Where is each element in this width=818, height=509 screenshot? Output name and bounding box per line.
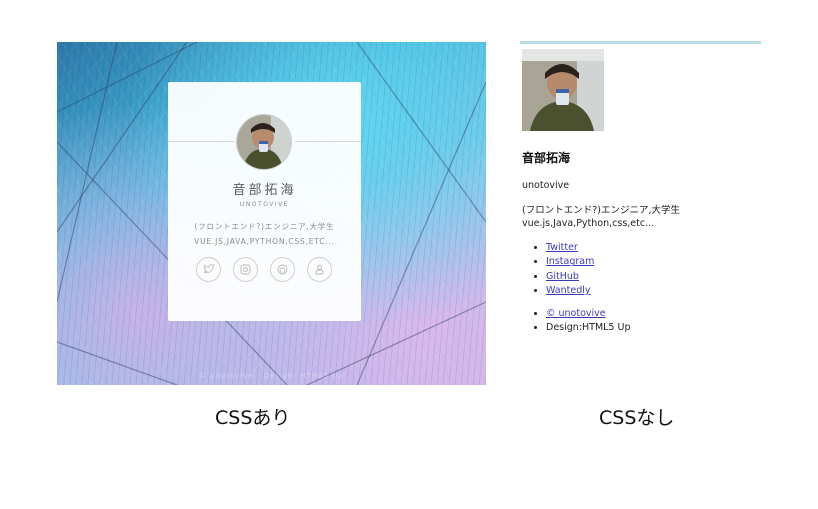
unstyled-screenshot: 音部拓海 unotovive (フロントエンド?)エンジニア,大学生 vue.j… bbox=[520, 41, 761, 341]
divider-left bbox=[168, 141, 234, 142]
list-item: Wantedly bbox=[546, 284, 594, 298]
profile-bio: (フロントエンド?)エンジニア,大学生 vue.js,Java,Python,c… bbox=[176, 219, 353, 249]
profile-username-plain: unotovive bbox=[522, 180, 570, 191]
profile-bio-plain: (フロントエンド?)エンジニア,大学生 vue.js,Java,Python,c… bbox=[522, 204, 680, 230]
top-bar bbox=[520, 41, 761, 44]
bio-line-2-plain: vue.js,Java,Python,css,etc... bbox=[522, 218, 655, 229]
instagram-icon[interactable] bbox=[233, 257, 258, 282]
faint-footer: © unotovive · Design: HTML5 Up bbox=[198, 372, 345, 380]
list-item: Instagram bbox=[546, 255, 594, 269]
caption-without-css: CSSなし bbox=[599, 407, 675, 429]
avatar bbox=[236, 114, 292, 170]
copyright-link[interactable]: © unotovive bbox=[546, 308, 606, 319]
social-icons bbox=[196, 257, 336, 285]
wantedly-icon[interactable] bbox=[307, 257, 332, 282]
list-item: GitHub bbox=[546, 270, 594, 284]
caption-with-css: CSSあり bbox=[215, 407, 291, 429]
profile-username: unotovive bbox=[239, 201, 290, 208]
social-links-list: Twitter Instagram GitHub Wantedly bbox=[522, 241, 594, 298]
instagram-link[interactable]: Instagram bbox=[546, 256, 594, 267]
wantedly-link[interactable]: Wantedly bbox=[546, 285, 591, 296]
profile-card: 音部拓海 unotovive (フロントエンド?)エンジニア,大学生 vue.j… bbox=[168, 82, 361, 321]
profile-name-plain: 音部拓海 bbox=[522, 151, 571, 165]
design-credit: Design:HTML5 Up bbox=[546, 321, 630, 335]
bio-line-1-plain: (フロントエンド?)エンジニア,大学生 bbox=[522, 205, 680, 216]
divider-right bbox=[295, 141, 361, 142]
github-link[interactable]: GitHub bbox=[546, 271, 579, 282]
profile-name: 音部拓海 bbox=[232, 183, 297, 198]
github-icon[interactable] bbox=[270, 257, 295, 282]
twitter-icon[interactable] bbox=[196, 257, 221, 282]
bio-line-1: (フロントエンド?)エンジニア,大学生 bbox=[194, 222, 335, 231]
styled-screenshot: 音部拓海 unotovive (フロントエンド?)エンジニア,大学生 vue.j… bbox=[57, 42, 486, 385]
list-item: © unotovive bbox=[546, 307, 630, 321]
footer-list: © unotovive Design:HTML5 Up bbox=[522, 307, 630, 336]
list-item: Twitter bbox=[546, 241, 594, 255]
twitter-link[interactable]: Twitter bbox=[546, 242, 578, 253]
avatar-square bbox=[522, 49, 604, 131]
bio-line-2: vue.js,Java,Python,css,etc... bbox=[194, 237, 335, 246]
